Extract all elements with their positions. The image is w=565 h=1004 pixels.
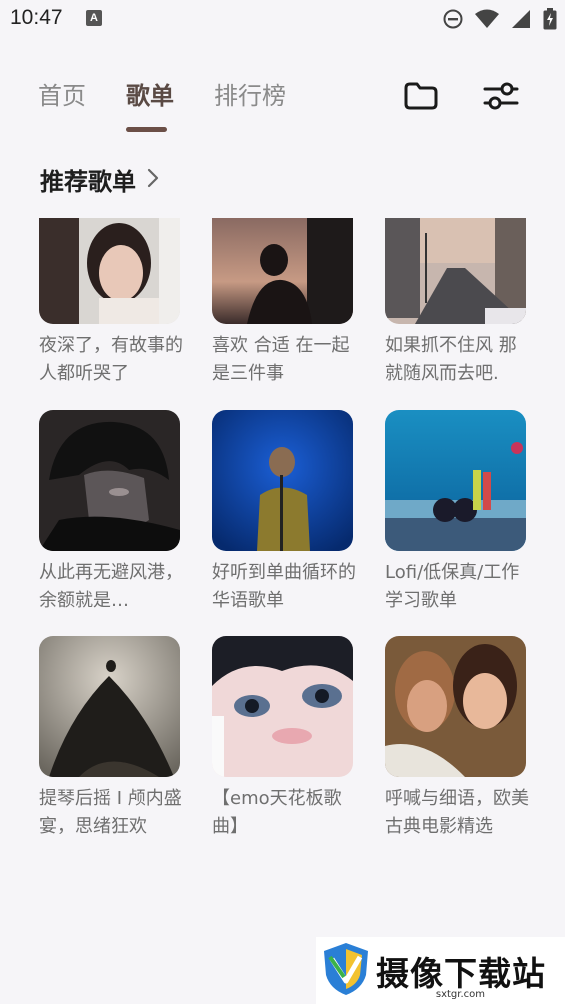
playlist-title: 好听到单曲循环的华语歌单	[212, 562, 356, 611]
watermark-text: 摄像下载站	[376, 953, 546, 993]
signal-icon	[511, 9, 531, 29]
tab-home[interactable]: 首页	[38, 78, 86, 114]
playlist-title: 呼喊与细语，欧美古典电影精选	[385, 788, 529, 837]
playlist-cover-anime-boy	[39, 410, 180, 551]
playlist-cover-city-street	[385, 218, 526, 324]
playlist-cover-classic-film-couple	[385, 636, 526, 777]
filter-sliders-icon[interactable]	[483, 80, 519, 116]
app-notification-icon: A	[86, 10, 102, 26]
playlist-card[interactable]: 如果抓不住风 那就随风而去吧.	[385, 218, 526, 410]
playlist-cover-dark-gown	[39, 636, 180, 777]
playlist-title: 如果抓不住风 那就随风而去吧.	[385, 335, 517, 384]
chevron-right-icon	[146, 167, 160, 193]
playlist-title: 喜欢 合适 在一起 是三件事	[212, 335, 350, 384]
folder-icon[interactable]	[403, 81, 439, 115]
playlist-cover-lofi-seaside	[385, 410, 526, 551]
watermark-logo-icon	[322, 941, 370, 1001]
wifi-icon	[475, 9, 499, 29]
battery-icon	[543, 8, 557, 30]
playlist-cover-girl-portrait	[39, 218, 180, 324]
playlist-card[interactable]: 提琴后摇 I 颅内盛宴，思绪狂欢	[39, 636, 182, 862]
playlist-cover-crying-anime	[212, 636, 353, 777]
playlist-card[interactable]: 喜欢 合适 在一起 是三件事	[212, 218, 353, 410]
playlist-card[interactable]: Lofi/低保真/工作学习歌单	[385, 410, 526, 636]
playlist-title: Lofi/低保真/工作学习歌单	[385, 562, 520, 611]
playlist-card[interactable]: 从此再无避风港，余额就是…	[39, 410, 183, 636]
playlist-grid: 夜深了，有故事的人都听哭了 喜欢 合适 在一起 是三件事 如果抓不住风 那就随风…	[39, 218, 529, 862]
status-icons	[443, 8, 557, 30]
tab-charts[interactable]: 排行榜	[214, 78, 286, 114]
section-title: 推荐歌单	[40, 168, 136, 196]
playlist-card[interactable]: 好听到单曲循环的华语歌单	[212, 410, 356, 636]
do-not-disturb-icon	[443, 9, 463, 29]
playlist-cover-singer-stage	[212, 410, 353, 551]
playlist-title: 提琴后摇 I 颅内盛宴，思绪狂欢	[39, 788, 182, 837]
status-time: 10:47	[10, 6, 63, 29]
header-actions	[403, 78, 519, 118]
playlist-card[interactable]: 【emo天花板歌曲】	[212, 636, 353, 862]
playlist-card[interactable]: 呼喊与细语，欧美古典电影精选	[385, 636, 529, 862]
active-tab-indicator	[126, 127, 167, 132]
status-bar: 10:47 A	[0, 0, 565, 38]
playlist-title: 夜深了，有故事的人都听哭了	[39, 335, 183, 384]
tab-playlists[interactable]: 歌单	[126, 78, 174, 114]
watermark-url: sxtgr.com	[435, 989, 485, 1000]
playlist-card[interactable]: 夜深了，有故事的人都听哭了	[39, 218, 183, 410]
playlist-title: 【emo天花板歌曲】	[212, 788, 342, 837]
recommended-playlists-header[interactable]: 推荐歌单	[40, 162, 160, 197]
playlist-title: 从此再无避风港，余额就是…	[39, 562, 183, 611]
playlist-cover-sunset-silhouette	[212, 218, 353, 324]
top-tab-bar: 首页 歌单 排行榜	[38, 78, 286, 114]
site-watermark: 摄像下载站 sxtgr.com	[316, 937, 565, 1004]
